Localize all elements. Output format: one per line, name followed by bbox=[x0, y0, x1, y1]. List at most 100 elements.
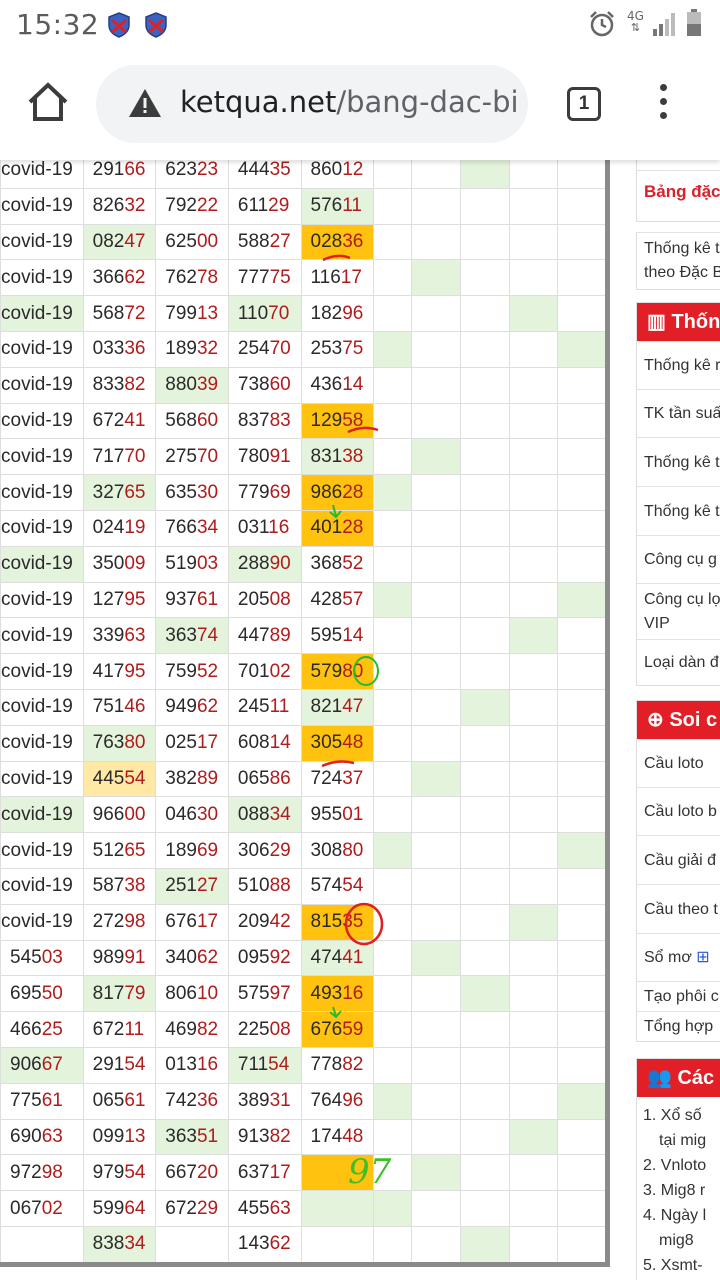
result-cell: 57980 bbox=[300, 653, 375, 690]
list-item[interactable]: tại mig bbox=[643, 1128, 720, 1153]
result-cell: 58827 bbox=[227, 223, 302, 261]
filler-cell bbox=[411, 617, 461, 655]
section-header: ⊕ Soi c bbox=[637, 701, 720, 739]
filler-cell bbox=[373, 259, 413, 297]
number-last-two: 54 bbox=[268, 1054, 290, 1076]
sidebar-item[interactable]: Tổng hợp bbox=[637, 1011, 720, 1041]
filler-cell bbox=[373, 1190, 413, 1227]
number-last-two: 14 bbox=[342, 624, 364, 646]
sidebar-item[interactable]: Cầu loto bbox=[637, 739, 720, 787]
number-prefix: 110 bbox=[237, 302, 269, 324]
result-cell: 38289 bbox=[155, 760, 229, 798]
result-cell: 67617 bbox=[155, 903, 229, 941]
table-row: 83834 14362 bbox=[0, 1225, 607, 1263]
sidebar-item[interactable]: Công cụ lọ VIP bbox=[637, 583, 720, 639]
list-item[interactable]: 1. Xổ số bbox=[643, 1103, 720, 1128]
number-last-two: 19 bbox=[51, 517, 73, 539]
number-prefix: 831 bbox=[310, 445, 343, 467]
date-cell: covid-19 bbox=[0, 474, 84, 511]
date-cell: covid-19 bbox=[0, 295, 84, 332]
result-cell: 97954 bbox=[82, 1154, 157, 1192]
sidebar-item[interactable]: Thống kê t bbox=[637, 486, 720, 535]
sidebar-item[interactable]: Thống kê t bbox=[637, 437, 720, 486]
sidebar-item[interactable]: Sổ mơ ⊞ bbox=[637, 933, 720, 981]
sidebar-item[interactable]: Cầu loto b bbox=[637, 787, 720, 835]
sidebar-item[interactable]: Công cụ g bbox=[637, 535, 720, 583]
sidebar-item[interactable]: Cầu giải đ bbox=[637, 835, 720, 884]
result-cell: 18296 bbox=[300, 295, 375, 332]
number-last-two: 63 bbox=[41, 1125, 63, 1147]
number-last-two: 97 bbox=[269, 982, 291, 1004]
filler-cell bbox=[557, 223, 607, 261]
filler-cell bbox=[411, 939, 461, 977]
sidebar-link-bang-dac-biet[interactable]: Bảng đặc bbox=[637, 170, 720, 212]
number-prefix: 189 bbox=[165, 338, 197, 360]
filler-cell bbox=[508, 509, 559, 547]
result-cell: 28890 bbox=[227, 545, 302, 583]
number-prefix: 724 bbox=[310, 767, 343, 789]
number-prefix: 635 bbox=[165, 481, 197, 503]
sidebar-item[interactable]: TK tần suấ bbox=[637, 389, 720, 437]
result-cell: 45563 bbox=[227, 1190, 302, 1227]
number-prefix: 690 bbox=[10, 1125, 42, 1147]
network-indicator: 4G ⇅ bbox=[627, 9, 644, 34]
filler-cell bbox=[373, 903, 413, 941]
result-cell: 73860 bbox=[227, 366, 302, 404]
number-last-two: 19 bbox=[51, 732, 73, 754]
number-last-two: 82 bbox=[342, 1054, 364, 1076]
table-row: covid-19 41795 75952 70102 57980 bbox=[0, 653, 607, 690]
number-last-two: 47 bbox=[342, 696, 364, 718]
sidebar-item[interactable]: Tạo phôi c bbox=[637, 981, 720, 1011]
number-last-two: 46 bbox=[124, 696, 146, 718]
list-item[interactable]: 4. Ngày l bbox=[643, 1203, 720, 1228]
home-icon[interactable] bbox=[26, 80, 70, 124]
number-last-two: 19 bbox=[51, 803, 73, 825]
number-last-two: 36 bbox=[124, 338, 146, 360]
list-item[interactable]: 2. Vnloto bbox=[643, 1153, 720, 1178]
number-prefix: 779 bbox=[237, 481, 270, 503]
result-cell: 36351 bbox=[155, 1118, 229, 1156]
number-prefix: 339 bbox=[92, 624, 125, 646]
url-text[interactable]: ketqua.net/bang-dac-bi bbox=[180, 85, 520, 119]
address-bar[interactable]: ketqua.net/bang-dac-bi bbox=[96, 65, 528, 143]
list-item[interactable]: mig8 bbox=[643, 1228, 720, 1253]
result-cell: 12795 bbox=[82, 581, 157, 619]
filler-cell bbox=[508, 402, 559, 440]
result-cell: 79913 bbox=[155, 295, 229, 332]
sidebar-item[interactable]: Cầu theo t bbox=[637, 884, 720, 933]
number-prefix: 913 bbox=[237, 1125, 270, 1147]
result-cell: 03336 bbox=[82, 330, 157, 368]
list-item[interactable]: 5. Xsmt- bbox=[643, 1253, 720, 1278]
sidebar-item[interactable]: Loại dàn đ bbox=[637, 639, 720, 685]
list-item[interactable]: 3. Mig8 r bbox=[643, 1178, 720, 1203]
warning-icon[interactable] bbox=[128, 87, 162, 119]
number-prefix: 129 bbox=[310, 409, 343, 431]
plus-box-icon[interactable]: ⊞ bbox=[692, 949, 709, 966]
number-last-two: 62 bbox=[196, 946, 219, 968]
filler-cell bbox=[459, 581, 510, 619]
overflow-menu-icon[interactable] bbox=[652, 84, 674, 126]
number-prefix: 838 bbox=[92, 1233, 125, 1255]
number-prefix: 817 bbox=[92, 982, 125, 1004]
tab-switcher-button[interactable]: 1 bbox=[567, 87, 601, 121]
number-prefix: 587 bbox=[92, 875, 125, 897]
filler-cell bbox=[508, 295, 559, 332]
date-cell bbox=[0, 1225, 84, 1263]
number-prefix: 837 bbox=[237, 409, 270, 431]
filler-cell bbox=[508, 617, 559, 655]
table-row: 97298 97954 66720 63717 bbox=[0, 1154, 607, 1192]
number-last-two: 60 bbox=[269, 374, 291, 396]
filler-cell bbox=[508, 760, 559, 798]
result-cell: 61129 bbox=[227, 187, 302, 225]
result-cell: 20942 bbox=[227, 903, 302, 941]
number-last-two: 91 bbox=[269, 445, 291, 467]
number-prefix: covid- bbox=[1, 374, 52, 396]
number-prefix: 676 bbox=[310, 1018, 343, 1040]
number-prefix: 780 bbox=[237, 445, 270, 467]
result-cell: 01316 bbox=[155, 1046, 229, 1084]
filler-cell bbox=[459, 1225, 510, 1263]
sidebar-item[interactable]: Thống kê r bbox=[637, 341, 720, 389]
sidebar-link-thong-ke-dac-biet[interactable]: Thống kê t theo Đặc B bbox=[637, 233, 720, 289]
result-cell: 25470 bbox=[227, 330, 302, 368]
result-cell: 36662 bbox=[82, 259, 157, 297]
